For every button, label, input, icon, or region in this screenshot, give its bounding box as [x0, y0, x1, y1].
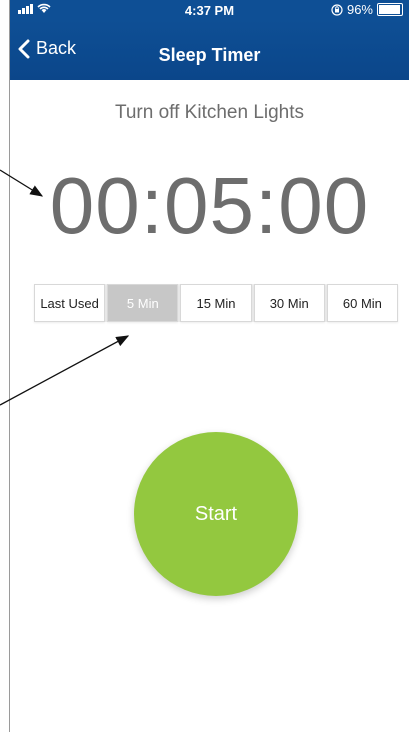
- status-bar: 4:37 PM 96%: [10, 0, 409, 20]
- preset-last-used[interactable]: Last Used: [34, 284, 106, 322]
- preset-15-min[interactable]: 15 Min: [180, 284, 252, 322]
- status-right: 96%: [331, 2, 403, 17]
- back-label: Back: [36, 38, 77, 58]
- back-button[interactable]: Back: [18, 38, 76, 59]
- chevron-left-icon: [18, 39, 30, 58]
- battery-icon: [377, 3, 403, 16]
- timer-display: 00:05:00: [49, 161, 370, 250]
- preset-selector: Last Used 5 Min 15 Min 30 Min 60 Min: [34, 284, 399, 322]
- preset-30-min[interactable]: 30 Min: [253, 284, 325, 322]
- rotation-lock-icon: [331, 3, 343, 16]
- battery-percent: 96%: [346, 2, 373, 17]
- nav-bar: Back Sleep Timer: [10, 20, 409, 80]
- preset-5-min[interactable]: 5 Min: [107, 284, 179, 322]
- device-name: Turn off Kitchen Lights: [114, 102, 305, 123]
- preset-60-min[interactable]: 60 Min: [326, 284, 399, 322]
- start-button[interactable]: Start: [134, 432, 298, 596]
- phone-screen: 4:37 PM 96% Back Sleep Timer Turn off Ki…: [10, 0, 409, 732]
